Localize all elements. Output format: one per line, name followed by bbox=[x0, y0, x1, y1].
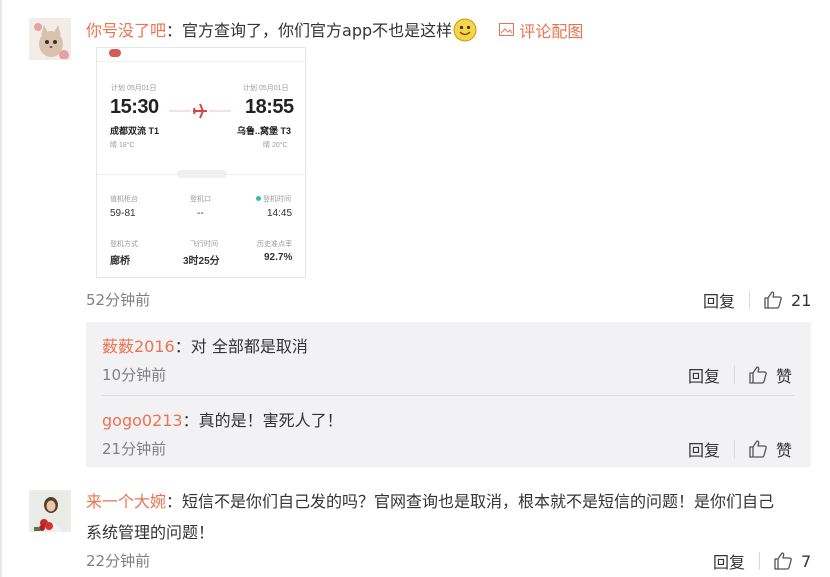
f6-value: 92.7% bbox=[264, 252, 293, 263]
thumbs-up-icon bbox=[774, 552, 792, 570]
comment-1-line: 你号没了吧：官方查询了，你们官方app不也是这样 评论配图 bbox=[86, 17, 583, 46]
dep-weather: 晴 18°C bbox=[110, 142, 135, 149]
comment-pic-link[interactable]: 评论配图 bbox=[499, 18, 583, 42]
comment-2-line-2: 系统管理的问题！ bbox=[86, 519, 214, 543]
thumbs-up-icon bbox=[749, 440, 767, 458]
reply-2-time: 21分钟前 bbox=[102, 440, 167, 458]
status-dot-icon bbox=[256, 196, 261, 201]
action-separator bbox=[759, 552, 761, 570]
comment-1-username[interactable]: 你号没了吧 bbox=[86, 21, 166, 40]
airline-logo-icon bbox=[109, 49, 121, 57]
f2-value: -- bbox=[197, 208, 204, 219]
thumbs-up-icon bbox=[749, 366, 767, 384]
reply-2-username[interactable]: gogo0213 bbox=[102, 411, 183, 430]
f4-value: 廊桥 bbox=[110, 256, 130, 267]
comment-1-reply-button[interactable]: 回复 bbox=[703, 288, 735, 312]
reply-2-reply-button[interactable]: 回复 bbox=[688, 437, 720, 461]
comment-1-like-button[interactable]: 21 bbox=[763, 290, 811, 310]
reply-divider bbox=[102, 395, 794, 396]
reply-2-line: gogo0213：真的是！害死人了！ bbox=[102, 407, 343, 431]
reply-2-like-button[interactable]: 赞 bbox=[748, 437, 792, 461]
comment-1-like-count: 21 bbox=[791, 290, 812, 310]
dep-airport: 成都双流 T1 bbox=[110, 126, 160, 136]
comment-1-actions: 回复 21 bbox=[703, 288, 811, 312]
f6-label: 历史准点率 bbox=[257, 241, 292, 248]
action-separator bbox=[734, 366, 736, 384]
comment-2-text-1: ：短信不是你们自己发的吗？官网查询也是取消，根本就不是短信的问题！是你们自己 bbox=[166, 492, 775, 511]
f3-label: 登机时间 bbox=[263, 196, 291, 203]
reply-1-line: 薮薮2016：对 全部都是取消 bbox=[102, 333, 308, 357]
comment-2-username[interactable]: 来一个大婉 bbox=[86, 492, 166, 511]
dep-time: 15:30 bbox=[110, 96, 159, 118]
comment-pic-link-label: 评论配图 bbox=[519, 21, 584, 41]
comment-2-time: 22分钟前 bbox=[86, 552, 151, 570]
f3-value: 14:45 bbox=[267, 208, 293, 219]
dep-plan-label: 计划 05月01日 bbox=[111, 85, 157, 92]
action-separator bbox=[749, 291, 751, 309]
reply-1-text: ：对 全部都是取消 bbox=[174, 337, 308, 356]
comment-2-like-count: 7 bbox=[801, 551, 812, 571]
arr-weather: 晴 20°C bbox=[263, 142, 288, 149]
f2-label: 登机口 bbox=[190, 196, 211, 203]
reply-2-actions: 回复 赞 bbox=[688, 437, 792, 461]
reply-1-like-label: 赞 bbox=[776, 367, 793, 386]
f5-label: 飞行时间 bbox=[190, 241, 218, 248]
reply-1-like-button[interactable]: 赞 bbox=[748, 363, 792, 387]
comment-2-line-1: 来一个大婉：短信不是你们自己发的吗？官网查询也是取消，根本就不是短信的问题！是你… bbox=[86, 488, 774, 512]
reply-1-username[interactable]: 薮薮2016 bbox=[102, 337, 175, 356]
f1-value: 59-81 bbox=[110, 208, 136, 219]
thumbs-up-icon bbox=[764, 291, 782, 309]
smile-emoji-icon bbox=[453, 18, 477, 46]
comment-2-like-button[interactable]: 7 bbox=[773, 551, 811, 571]
reply-2-like-label: 赞 bbox=[776, 441, 793, 460]
reply-1-actions: 回复 赞 bbox=[688, 363, 792, 387]
woman-avatar-image bbox=[30, 491, 70, 531]
avatar-woman[interactable] bbox=[29, 490, 71, 532]
comment-2-actions: 回复 7 bbox=[713, 549, 811, 573]
comment-2-text-2: 系统管理的问题！ bbox=[86, 523, 215, 542]
arr-airport: 乌鲁..窝堡 T3 bbox=[237, 126, 292, 136]
f4-label: 登机方式 bbox=[110, 241, 138, 248]
arr-plan-label: 计划 05月01日 bbox=[243, 85, 289, 92]
reply-2-text: ：真的是！害死人了！ bbox=[182, 411, 343, 430]
comment-2-reply-button[interactable]: 回复 bbox=[713, 549, 745, 573]
cat-avatar-image bbox=[30, 19, 70, 59]
left-border bbox=[0, 0, 2, 577]
picture-icon bbox=[499, 23, 515, 36]
f1-label: 值机柜台 bbox=[110, 196, 138, 203]
comment-1-text: ：官方查询了，你们官方app不也是这样 bbox=[166, 21, 453, 40]
f5-value: 3时25分 bbox=[183, 256, 220, 267]
arr-time: 18:55 bbox=[245, 96, 294, 118]
comment-1-time: 52分钟前 bbox=[86, 291, 151, 309]
reply-1-reply-button[interactable]: 回复 bbox=[688, 363, 720, 387]
reply-1-time: 10分钟前 bbox=[102, 366, 167, 384]
airplane-icon bbox=[169, 103, 231, 119]
comment-image-flight-card[interactable]: 计划 05月01日 计划 05月01日 15:30 18:55 成都双流 T1 … bbox=[96, 47, 306, 278]
action-separator bbox=[734, 440, 736, 458]
avatar-cat[interactable] bbox=[29, 18, 71, 60]
